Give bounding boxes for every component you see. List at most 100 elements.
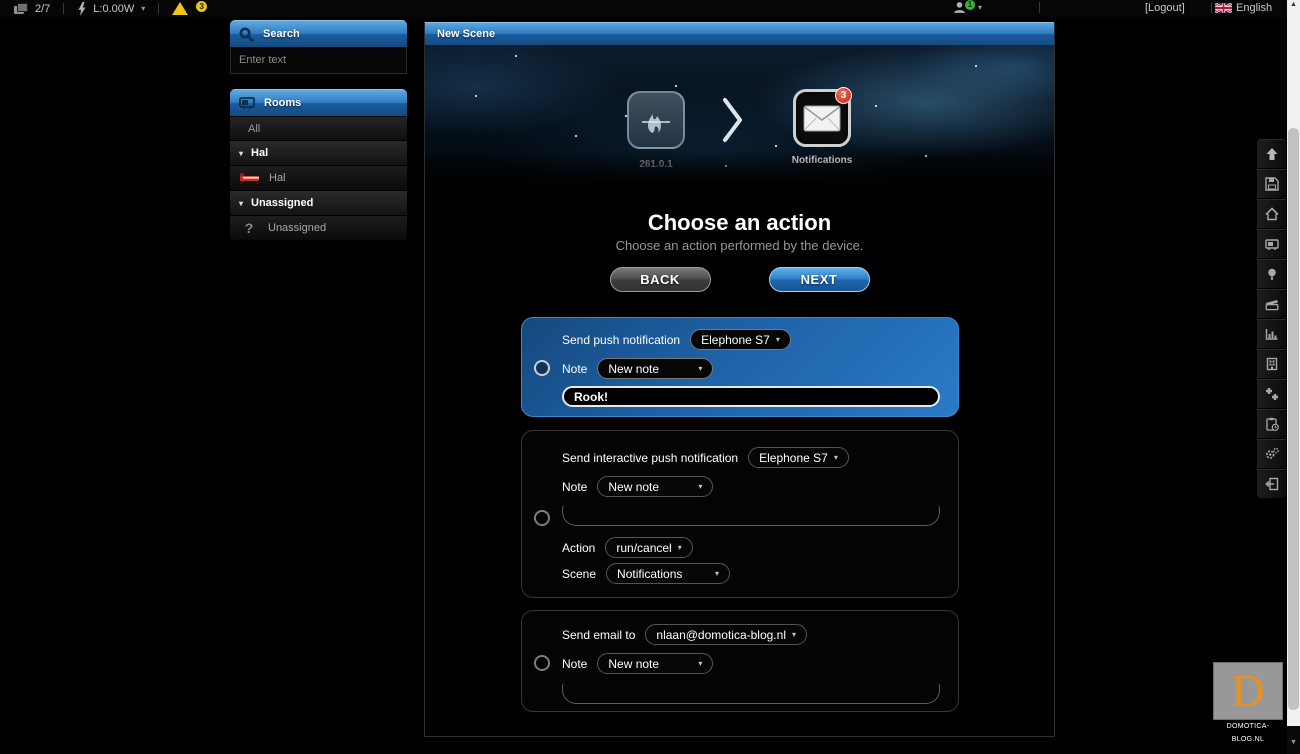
watermark: D DOMOTICA-BLOG.NL xyxy=(1213,662,1283,743)
puzzle-plus-icon xyxy=(1265,388,1278,400)
search-icon xyxy=(239,27,254,42)
scene-select[interactable]: Notifications ▾ xyxy=(606,563,731,584)
device-label: 261.0.1 xyxy=(639,159,673,170)
scrollbar-thumb[interactable] xyxy=(1288,128,1299,710)
home-button[interactable] xyxy=(1257,199,1286,229)
chevron-down-icon: ▾ xyxy=(978,2,983,12)
email-select[interactable]: nlaan@domotica-blog.nl ▾ xyxy=(645,624,807,645)
room-item-unassigned[interactable]: ? Unassigned xyxy=(230,215,407,240)
divider xyxy=(1039,2,1040,13)
new-scene-window: New Scene 261.0.1 3 Notifications Choose xyxy=(424,22,1055,737)
warning-badge: 3 xyxy=(196,1,208,12)
room-filter-all[interactable]: All xyxy=(230,116,407,140)
chevron-down-icon: ▾ xyxy=(677,543,682,552)
action-label: Action xyxy=(562,540,596,555)
note-select[interactable]: New note ▾ xyxy=(597,358,714,379)
note-select[interactable]: New note ▾ xyxy=(597,653,714,674)
user-icon xyxy=(953,1,966,14)
rooms-title: Rooms xyxy=(264,97,302,109)
logout-button[interactable] xyxy=(1257,469,1286,499)
warnings-button[interactable]: ! 3 xyxy=(172,1,208,15)
status-button[interactable] xyxy=(1257,259,1286,289)
divider xyxy=(158,3,160,14)
scene-banner: 261.0.1 3 Notifications xyxy=(425,45,1054,187)
note-select[interactable]: New note ▾ xyxy=(597,476,714,497)
settings-button[interactable] xyxy=(1257,439,1286,469)
note-label: Note xyxy=(562,361,588,376)
scrollbar-down-icon[interactable]: ▼ xyxy=(1287,739,1300,746)
action-card-email[interactable]: Send email to nlaan@domotica-blog.nl ▾ N… xyxy=(521,610,959,712)
scene-counter: 2/7 xyxy=(35,2,51,15)
source-device[interactable]: 261.0.1 xyxy=(621,91,691,170)
scrollbar-up-icon[interactable]: ▲ xyxy=(1287,1,1300,8)
target-app[interactable]: 3 Notifications xyxy=(787,87,857,166)
gears-icon xyxy=(1265,447,1279,459)
message-input[interactable] xyxy=(562,386,940,407)
home-icon xyxy=(1264,207,1279,221)
search-title: Search xyxy=(263,28,300,40)
next-button[interactable]: NEXT xyxy=(768,267,870,292)
charts-button[interactable] xyxy=(1257,319,1286,349)
page-scrollbar[interactable]: ▲ ▼ xyxy=(1287,0,1300,754)
power-bolt-icon xyxy=(77,1,86,16)
action-title: Send email to xyxy=(562,627,636,642)
device-select[interactable]: Elephone S7 ▾ xyxy=(690,329,791,350)
action-card-push[interactable]: Send push notification Elephone S7 ▾ Not… xyxy=(521,317,959,417)
question-icon: ? xyxy=(244,220,254,236)
events-button[interactable] xyxy=(1257,409,1286,439)
action-radio[interactable] xyxy=(534,655,550,671)
rooms-header[interactable]: Rooms xyxy=(230,89,407,116)
back-button[interactable]: BACK xyxy=(609,267,711,292)
logout-link[interactable]: [Logout] xyxy=(1145,2,1185,14)
clapperboard-icon xyxy=(1265,300,1278,311)
rooms-icon xyxy=(239,96,255,110)
room-group-unassigned[interactable]: ▾ Unassigned xyxy=(230,190,407,215)
page-title: Choose an action xyxy=(647,210,832,235)
scenes-button[interactable] xyxy=(1257,289,1286,319)
chevron-down-icon: ▾ xyxy=(239,148,244,158)
bed-icon xyxy=(239,171,260,185)
arrow-right-icon xyxy=(722,97,744,143)
device-select[interactable]: Elephone S7 ▾ xyxy=(748,447,849,468)
rooms-button[interactable] xyxy=(1257,229,1286,259)
chevron-down-icon: ▾ xyxy=(715,569,720,578)
search-panel: Search xyxy=(230,20,407,74)
search-header[interactable]: Search xyxy=(230,20,407,47)
action-radio[interactable] xyxy=(534,510,550,526)
chevron-down-icon: ▾ xyxy=(833,453,838,462)
action-type-select[interactable]: run/cancel ▾ xyxy=(605,537,693,558)
message-input[interactable] xyxy=(562,505,940,526)
chevron-down-icon: ▾ xyxy=(775,335,780,344)
clipboard-clock-icon xyxy=(1265,417,1279,431)
room-group-hal[interactable]: ▾ Hal xyxy=(230,140,407,165)
chevron-down-icon: ▾ xyxy=(791,630,796,639)
divider xyxy=(63,3,65,14)
message-input[interactable] xyxy=(562,683,940,704)
scenes-stack-icon xyxy=(14,2,28,15)
action-radio[interactable] xyxy=(534,360,550,376)
chart-icon xyxy=(1265,329,1277,340)
chevron-down-icon: ▾ xyxy=(239,198,244,208)
user-badge: 1 xyxy=(965,0,975,10)
action-title: Send interactive push notification xyxy=(562,450,739,465)
note-label: Note xyxy=(562,656,588,671)
notifications-icon: 3 xyxy=(793,87,852,147)
bulb-icon xyxy=(1267,268,1276,280)
devices-button[interactable] xyxy=(1257,349,1286,379)
user-menu[interactable]: 1 ▾ xyxy=(953,0,983,14)
notifications-badge: 3 xyxy=(835,87,852,104)
rooms-icon xyxy=(1264,239,1279,250)
chevron-down-icon: ▾ xyxy=(698,364,703,373)
scroll-up-button[interactable] xyxy=(1257,139,1286,169)
language-selector[interactable]: English xyxy=(1236,2,1272,14)
action-card-interactive-push[interactable]: Send interactive push notification Eleph… xyxy=(521,430,959,598)
save-button[interactable] xyxy=(1257,169,1286,199)
chevron-down-icon[interactable]: ▾ xyxy=(141,4,145,13)
action-title: Send push notification xyxy=(562,332,681,347)
watermark-letter: D xyxy=(1231,665,1265,716)
window-title: New Scene xyxy=(437,28,496,40)
starfield xyxy=(425,45,427,47)
room-item-hal[interactable]: Hal xyxy=(230,165,407,190)
search-input[interactable] xyxy=(230,47,407,74)
plugins-button[interactable] xyxy=(1257,379,1286,409)
